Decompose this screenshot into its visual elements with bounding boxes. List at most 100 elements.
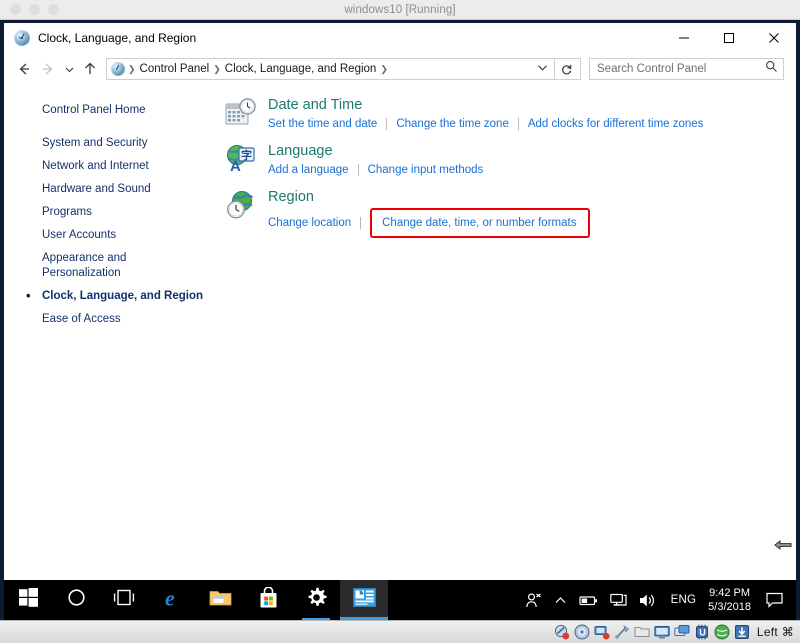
svg-text:U: U	[699, 628, 706, 638]
sidebar: Control Panel Home System and Security N…	[4, 85, 224, 560]
system-tray: ENG 9:42 PM 5/3/2018	[519, 580, 796, 620]
hard-disk-icon[interactable]	[554, 624, 570, 640]
svg-text:字: 字	[241, 148, 252, 162]
forward-arrow-icon	[36, 57, 60, 81]
breadcrumb-item-clock-language-region[interactable]: Clock, Language, and Region	[222, 63, 380, 75]
network-icon[interactable]	[604, 593, 633, 608]
link-change-the-time-zone[interactable]: Change the time zone	[396, 116, 509, 132]
category-list: Date and Time Set the time and date Chan…	[224, 85, 796, 560]
sidebar-item-programs[interactable]: Programs	[4, 201, 224, 224]
windows-logo-icon	[18, 588, 38, 612]
link-add-clocks-for-different-time-zones[interactable]: Add clocks for different time zones	[528, 116, 704, 132]
gear-icon	[306, 587, 327, 613]
address-bar[interactable]: ❯ Control Panel ❯ Clock, Language, and R…	[106, 58, 581, 80]
language-icon: A 字	[224, 143, 258, 177]
link-change-input-methods[interactable]: Change input methods	[368, 162, 484, 178]
link-set-the-time-and-date[interactable]: Set the time and date	[268, 116, 377, 132]
people-icon[interactable]	[519, 592, 548, 609]
sidebar-item-control-panel-home[interactable]: Control Panel Home	[4, 99, 224, 122]
microsoft-store-button[interactable]	[244, 580, 292, 620]
show-hidden-icons-chevron-icon[interactable]	[548, 594, 573, 607]
sidebar-item-ease-of-access[interactable]: Ease of Access	[4, 308, 224, 331]
host-window-titlebar: windows10 [Running]	[0, 0, 800, 20]
keyboard-capture-icon[interactable]	[734, 624, 750, 640]
category-language: A 字 Language Add a language Change input…	[224, 141, 796, 178]
highlight-box-change-date-time-number-formats: Change date, time, or number formats	[370, 208, 591, 238]
maximize-button[interactable]	[706, 23, 751, 53]
resize-left-arrow-cursor	[774, 538, 792, 552]
date-and-time-icon	[224, 97, 258, 131]
file-explorer-button[interactable]	[196, 580, 244, 620]
sidebar-item-clock-language-and-region[interactable]: Clock, Language, and Region	[4, 285, 224, 308]
category-title-region[interactable]: Region	[268, 188, 590, 207]
host-key-indicator: Left ⌘	[756, 625, 794, 639]
minimize-button[interactable]	[661, 23, 706, 53]
category-region: Region Change location Change date, time…	[224, 187, 796, 238]
refresh-icon[interactable]	[555, 63, 578, 76]
settings-button[interactable]	[292, 580, 340, 620]
sidebar-item-user-accounts[interactable]: User Accounts	[4, 224, 224, 247]
window-controls	[661, 23, 796, 53]
sidebar-item-system-and-security[interactable]: System and Security	[4, 132, 224, 155]
sidebar-item-hardware-and-sound[interactable]: Hardware and Sound	[4, 178, 224, 201]
search-icon[interactable]	[765, 60, 778, 78]
address-bar-control-panel-icon	[111, 62, 125, 76]
clock-time: 9:42 PM	[709, 587, 751, 599]
link-add-a-language[interactable]: Add a language	[268, 162, 349, 178]
remote-desktop-icon[interactable]	[674, 624, 690, 640]
search-input[interactable]	[597, 63, 765, 75]
control-panel-button[interactable]	[340, 580, 388, 620]
task-view-button[interactable]	[100, 580, 148, 620]
windows-taskbar: e ENG 9:42 PM 5/3/2018	[4, 580, 796, 620]
category-links-language: Add a language Change input methods	[268, 162, 483, 178]
shared-folders-icon[interactable]	[634, 624, 650, 640]
microsoft-edge-button[interactable]: e	[148, 580, 196, 620]
input-language-indicator[interactable]: ENG	[663, 594, 705, 606]
mouse-integration-icon[interactable]	[714, 624, 730, 640]
back-arrow-icon[interactable]	[12, 57, 36, 81]
control-panel-icon	[14, 30, 30, 46]
virtualbox-vm-frame: Clock, Language, and Region ❯ Control Pa…	[0, 20, 800, 620]
action-center-icon[interactable]	[761, 592, 792, 608]
cortana-search-button[interactable]	[52, 580, 100, 620]
link-separator	[517, 118, 519, 130]
recent-locations-chevron-icon[interactable]	[60, 57, 78, 81]
explorer-body: Control Panel Home System and Security N…	[4, 85, 796, 560]
control-panel-window-icon	[352, 588, 376, 612]
usb-icon[interactable]	[614, 624, 630, 640]
cortana-circle-icon	[67, 588, 86, 612]
category-title-language[interactable]: Language	[268, 142, 483, 161]
volume-icon[interactable]	[633, 593, 663, 608]
up-arrow-icon[interactable]	[78, 57, 102, 81]
battery-icon[interactable]	[573, 594, 604, 607]
start-button[interactable]	[4, 580, 52, 620]
breadcrumb-item-control-panel[interactable]: Control Panel	[137, 63, 213, 75]
clock[interactable]: 9:42 PM 5/3/2018	[704, 586, 761, 614]
category-language-text: Language Add a language Change input met…	[268, 141, 483, 178]
taskbar-items: e	[4, 580, 388, 620]
link-change-location[interactable]: Change location	[268, 215, 351, 231]
search-box[interactable]	[589, 58, 784, 80]
network-adapter-icon[interactable]	[594, 624, 610, 640]
optical-disk-icon[interactable]	[574, 624, 590, 640]
screenshot-root: windows10 [Running] Clock, Language, and…	[0, 0, 800, 643]
breadcrumb-separator: ❯	[128, 63, 136, 74]
category-links-date-and-time: Set the time and date Change the time zo…	[268, 116, 703, 132]
host-window-title: windows10 [Running]	[344, 3, 456, 16]
category-links-region: Change location Change date, time, or nu…	[268, 208, 591, 238]
link-change-date-time-or-number-formats[interactable]: Change date, time, or number formats	[382, 215, 576, 231]
category-date-and-time-text: Date and Time Set the time and date Chan…	[268, 95, 703, 132]
navigation-toolbar: ❯ Control Panel ❯ Clock, Language, and R…	[4, 53, 796, 85]
window-title: Clock, Language, and Region	[38, 31, 197, 45]
address-dropdown-chevron-icon[interactable]	[535, 60, 554, 78]
sidebar-item-network-and-internet[interactable]: Network and Internet	[4, 155, 224, 178]
close-button[interactable]	[751, 23, 796, 53]
breadcrumb-separator: ❯	[213, 63, 221, 74]
task-view-icon	[113, 589, 135, 611]
display-icon[interactable]	[654, 624, 670, 640]
category-title-date-and-time[interactable]: Date and Time	[268, 96, 703, 115]
breadcrumb-separator: ❯	[380, 63, 388, 74]
link-separator	[360, 217, 362, 229]
features-icon[interactable]: U	[694, 624, 710, 640]
sidebar-item-appearance-and-personalization[interactable]: Appearance and Personalization	[4, 247, 144, 285]
